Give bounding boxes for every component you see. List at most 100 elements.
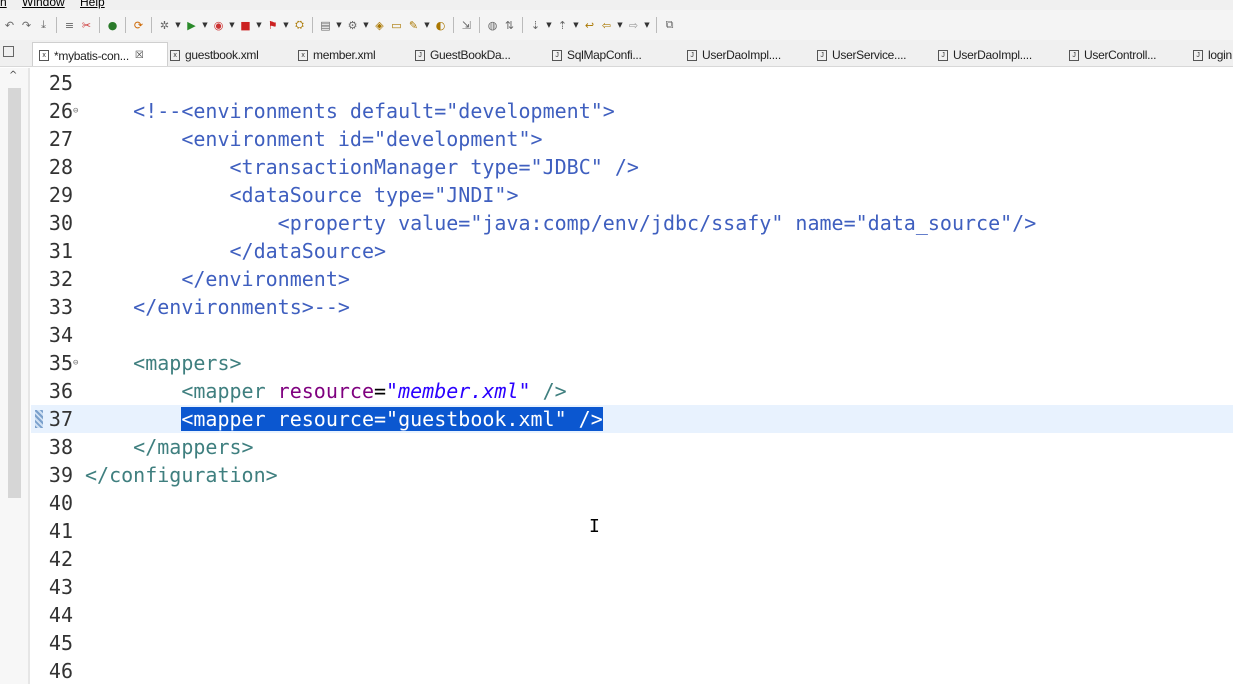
coverage-icon[interactable]: ◉: [211, 18, 226, 33]
tab-member-xml[interactable]: x member.xml: [298, 44, 376, 66]
new-icon[interactable]: ▤: [318, 18, 333, 33]
code-editor[interactable]: 25 26 ⊖ <!--<environments default="develop…: [31, 68, 1233, 684]
toolbar-separator: [125, 17, 126, 33]
debug-run-icon[interactable]: ✲: [157, 18, 172, 33]
line-number: 36: [48, 379, 73, 403]
tab-label: SqlMapConfi...: [567, 48, 642, 62]
chevron-down-icon[interactable]: ▼: [201, 21, 209, 29]
annotation-icon[interactable]: ◐: [433, 18, 448, 33]
folder-icon[interactable]: ▭: [389, 18, 404, 33]
code-text: </dataSource>: [229, 239, 387, 263]
code-line[interactable]: 37 <mapper resource="guestbook.xml" />: [31, 405, 1233, 433]
code-line[interactable]: 33 </environments>-->: [31, 293, 1233, 321]
forward-icon[interactable]: ⇨: [626, 18, 641, 33]
toolbar: ↶ ↷ ⤓ ≡ ✂ ● ⟳ ✲ ▼ ▶ ▼ ◉ ▼ ■ ▼ ⚑ ▼ ⛭ ▤ ▼ …: [0, 10, 1233, 40]
refresh-icon[interactable]: ⟳: [131, 18, 146, 33]
tab-mybatis-config[interactable]: x *mybatis-con... ☒: [32, 42, 168, 66]
tab-login[interactable]: J login: [1193, 44, 1232, 66]
ruler-divider: [28, 68, 30, 684]
fold-toggle-icon[interactable]: ⊖: [73, 97, 78, 125]
scroll-up-icon[interactable]: ^: [9, 70, 17, 81]
tab-label: guestbook.xml: [185, 48, 259, 62]
tab-userservice[interactable]: J UserService....: [817, 44, 906, 66]
open-perspective-icon[interactable]: ⧉: [662, 18, 677, 33]
pin-icon[interactable]: ⇲: [459, 18, 474, 33]
menu-item-help[interactable]: Help: [80, 0, 105, 9]
code-text: </configuration>: [85, 463, 278, 487]
code-line[interactable]: 36 <mapper resource="member.xml" />: [31, 377, 1233, 405]
line-number: 31: [48, 239, 73, 263]
next-edit-icon[interactable]: ⇣: [528, 18, 543, 33]
code-line[interactable]: 29 <dataSource type="JNDI">: [31, 181, 1233, 209]
chevron-down-icon[interactable]: ▼: [335, 21, 343, 29]
code-line[interactable]: 39 </configuration>: [31, 461, 1233, 489]
tab-usercontroller[interactable]: J UserControll...: [1069, 44, 1157, 66]
globe-icon[interactable]: ◍: [485, 18, 500, 33]
chevron-down-icon[interactable]: ▼: [174, 21, 182, 29]
code-line[interactable]: 40: [31, 489, 1233, 517]
tab-userdaoimpl-2[interactable]: J UserDaoImpl....: [938, 44, 1032, 66]
chevron-down-icon[interactable]: ▼: [228, 21, 236, 29]
search-icon[interactable]: ✎: [406, 18, 421, 33]
code-line[interactable]: 44: [31, 601, 1233, 629]
menu-item-truncated[interactable]: n: [0, 0, 7, 9]
chevron-down-icon[interactable]: ▼: [572, 21, 580, 29]
tab-sqlmapconfig[interactable]: J SqlMapConfi...: [552, 44, 642, 66]
external-tools-icon[interactable]: ⚑: [265, 18, 280, 33]
tab-guestbookdao[interactable]: J GuestBookDa...: [415, 44, 511, 66]
fold-toggle-icon[interactable]: ⊖: [73, 349, 78, 377]
code-line[interactable]: 38 </mappers>: [31, 433, 1233, 461]
chevron-down-icon[interactable]: ▼: [643, 21, 651, 29]
last-edit-icon[interactable]: ↩: [582, 18, 597, 33]
toggle-mark-icon[interactable]: ≡: [62, 18, 77, 33]
code-line[interactable]: 42: [31, 545, 1233, 573]
chevron-down-icon[interactable]: ▼: [545, 21, 553, 29]
view-menu-icon[interactable]: [3, 46, 14, 57]
skip-icon[interactable]: ⤓: [36, 18, 51, 33]
code-text: <property value="java:comp/env/jdbc/ssaf…: [277, 211, 1037, 235]
stop-icon[interactable]: ■: [238, 18, 253, 33]
next-annotation-icon[interactable]: ⇅: [502, 18, 517, 33]
code-line[interactable]: 35 ⊖ <mappers>: [31, 349, 1233, 377]
code-text: <dataSource type="JNDI">: [229, 183, 519, 207]
code-line[interactable]: 45: [31, 629, 1233, 657]
close-icon[interactable]: ☒: [135, 50, 144, 61]
tab-label: *mybatis-con...: [54, 48, 129, 63]
open-task-icon[interactable]: ⚙: [345, 18, 360, 33]
code-line[interactable]: 43: [31, 573, 1233, 601]
code-line[interactable]: 26 ⊖ <!--<environments default="developme…: [31, 97, 1233, 125]
redo-icon[interactable]: ↷: [19, 18, 34, 33]
undo-icon[interactable]: ↶: [2, 18, 17, 33]
line-number: 41: [48, 519, 73, 543]
code-line[interactable]: 28 <transactionManager type="JDBC" />: [31, 153, 1233, 181]
overview-scrollbar[interactable]: [8, 88, 21, 498]
code-line[interactable]: 41: [31, 517, 1233, 545]
tab-guestbook-xml[interactable]: x guestbook.xml: [170, 44, 259, 66]
tab-userdaoimpl-1[interactable]: J UserDaoImpl....: [687, 44, 781, 66]
chevron-down-icon[interactable]: ▼: [423, 21, 431, 29]
code-line[interactable]: 31 </dataSource>: [31, 237, 1233, 265]
tab-label: login: [1208, 48, 1232, 62]
code-line[interactable]: 25: [31, 69, 1233, 97]
tab-label: UserDaoImpl....: [953, 48, 1032, 62]
code-line[interactable]: 32 </environment>: [31, 265, 1233, 293]
package-icon[interactable]: ◈: [372, 18, 387, 33]
breakpoint-skip-icon[interactable]: ✂: [79, 18, 94, 33]
chevron-down-icon[interactable]: ▼: [362, 21, 370, 29]
prev-edit-icon[interactable]: ⇡: [555, 18, 570, 33]
code-line[interactable]: 30 <property value="java:comp/env/jdbc/s…: [31, 209, 1233, 237]
menu-item-window[interactable]: Window: [22, 0, 65, 9]
line-number: 40: [48, 491, 73, 515]
run-icon[interactable]: ▶: [184, 18, 199, 33]
debug-icon[interactable]: ●: [105, 18, 120, 33]
line-number: 38: [48, 435, 73, 459]
code-line[interactable]: 34: [31, 321, 1233, 349]
chevron-down-icon[interactable]: ▼: [282, 21, 290, 29]
code-line[interactable]: 46: [31, 657, 1233, 685]
open-type-icon[interactable]: ⛭: [292, 18, 307, 33]
chevron-down-icon[interactable]: ▼: [616, 21, 624, 29]
chevron-down-icon[interactable]: ▼: [255, 21, 263, 29]
toolbar-separator: [453, 17, 454, 33]
back-icon[interactable]: ⇦: [599, 18, 614, 33]
code-line[interactable]: 27 <environment id="development">: [31, 125, 1233, 153]
